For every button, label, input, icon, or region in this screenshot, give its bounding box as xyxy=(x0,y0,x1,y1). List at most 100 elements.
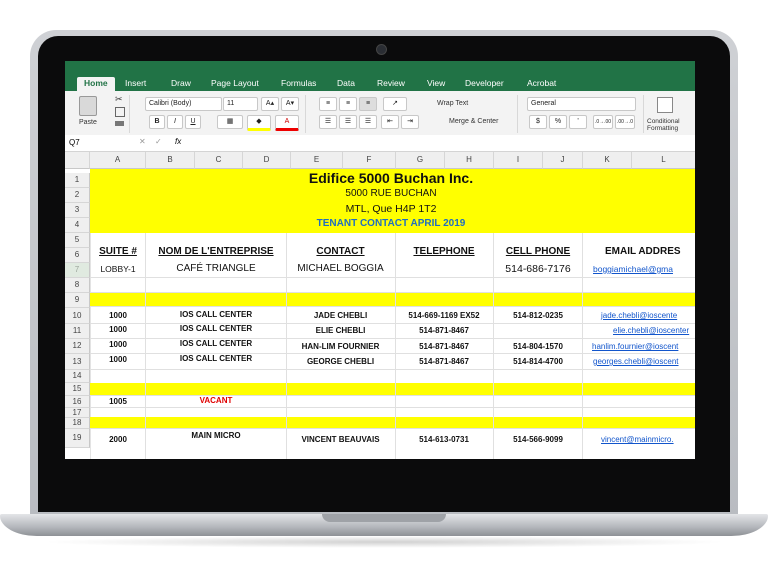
cell-email-link[interactable]: vincent@mainmicro. xyxy=(601,435,674,444)
comma-button[interactable]: ’ xyxy=(569,115,587,129)
tab-developer[interactable]: Developer xyxy=(465,78,504,88)
cell-suite[interactable]: 1005 xyxy=(91,397,145,406)
row-header[interactable]: 10 xyxy=(65,308,90,324)
row-header[interactable]: 17 xyxy=(65,408,90,418)
tab-data[interactable]: Data xyxy=(337,78,355,88)
cut-icon[interactable]: ✂ xyxy=(115,94,123,105)
tab-view[interactable]: View xyxy=(427,78,445,88)
cell-telephone[interactable]: 514-871-8467 xyxy=(396,326,492,335)
cell-telephone[interactable]: 514-613-0731 xyxy=(396,435,492,444)
cell-contact[interactable]: VINCENT BEAUVAIS xyxy=(287,435,394,444)
cell-email-link[interactable]: georges.chebli@ioscent xyxy=(593,357,679,366)
italic-button[interactable]: I xyxy=(167,115,183,129)
cancel-icon[interactable]: ✕ xyxy=(139,137,146,146)
align-right-icon[interactable]: ☰ xyxy=(359,115,377,129)
column-header[interactable]: E xyxy=(291,152,343,169)
column-header[interactable]: J xyxy=(543,152,583,169)
row-header[interactable]: 8 xyxy=(65,278,90,293)
row-header[interactable]: 5 xyxy=(65,233,90,248)
row-header[interactable]: 19 xyxy=(65,429,90,448)
cell-telephone[interactable]: 514-669-1169 EX52 xyxy=(396,311,492,320)
decrease-decimal-button[interactable]: .00→.0 xyxy=(615,115,635,129)
tab-acrobat[interactable]: Acrobat xyxy=(527,78,556,88)
row-header[interactable]: 13 xyxy=(65,354,90,370)
cell-cell-phone[interactable]: 514-814-4700 xyxy=(494,357,582,366)
column-header[interactable]: D xyxy=(243,152,291,169)
cell-contact[interactable]: HAN-LIM FOURNIER xyxy=(287,342,394,351)
row-header[interactable]: 16 xyxy=(65,396,90,408)
cell-company[interactable]: IOS CALL CENTER xyxy=(147,354,285,363)
increase-indent-icon[interactable]: ⇥ xyxy=(401,115,419,129)
column-header[interactable]: B xyxy=(146,152,195,169)
column-header[interactable]: L xyxy=(632,152,695,169)
decrease-indent-icon[interactable]: ⇤ xyxy=(381,115,399,129)
cell-contact[interactable]: JADE CHEBLI xyxy=(287,311,394,320)
column-header[interactable]: F xyxy=(343,152,396,169)
fill-color-icon[interactable]: ◆ xyxy=(247,115,271,131)
cell-company[interactable]: MAIN MICRO xyxy=(147,431,285,440)
cell-contact[interactable]: MICHAEL BOGGIA xyxy=(287,263,394,274)
cell-email-link[interactable]: boggiamichael@gma xyxy=(593,264,673,274)
number-format-select[interactable]: General xyxy=(527,97,636,111)
row-header[interactable]: 9 xyxy=(65,293,90,308)
tab-draw[interactable]: Draw xyxy=(171,78,191,88)
cell-cell-phone[interactable]: 514-566-9099 xyxy=(494,435,582,444)
cell-email-link[interactable]: hanlim.fournier@ioscent xyxy=(592,342,678,351)
row-header[interactable]: 18 xyxy=(65,418,90,429)
merge-center-button[interactable]: Merge & Center xyxy=(449,118,498,125)
cell-email-link[interactable]: jade.chebli@ioscente xyxy=(601,311,677,320)
name-box[interactable]: Q7 xyxy=(69,138,80,147)
cell-company[interactable]: IOS CALL CENTER xyxy=(147,324,285,333)
cell-company[interactable]: IOS CALL CENTER xyxy=(147,339,285,348)
align-bottom-icon[interactable]: ≡ xyxy=(359,97,377,111)
borders-icon[interactable]: ▦ xyxy=(217,115,243,129)
tab-formulas[interactable]: Formulas xyxy=(281,78,316,88)
align-center-icon[interactable]: ☰ xyxy=(339,115,357,129)
wrap-text-button[interactable]: Wrap Text xyxy=(437,100,468,107)
font-color-icon[interactable]: A xyxy=(275,115,299,131)
tab-review[interactable]: Review xyxy=(377,78,405,88)
currency-button[interactable]: $ xyxy=(529,115,547,129)
align-middle-icon[interactable]: ≡ xyxy=(339,97,357,111)
row-header[interactable]: 6 xyxy=(65,248,90,263)
cell-cell-phone[interactable]: 514-686-7176 xyxy=(494,263,582,275)
function-icon[interactable]: fx xyxy=(175,137,181,146)
cell-suite[interactable]: 1000 xyxy=(91,355,145,364)
cell-contact[interactable]: ELIE CHEBLI xyxy=(287,326,394,335)
cell-suite[interactable]: LOBBY-1 xyxy=(91,264,145,274)
row-header[interactable]: 1 xyxy=(65,173,90,188)
underline-button[interactable]: U xyxy=(185,115,201,129)
cell-company[interactable]: CAFÉ TRIANGLE xyxy=(147,263,285,274)
row-header[interactable]: 2 xyxy=(65,188,90,203)
row-header[interactable]: 4 xyxy=(65,218,90,233)
column-header[interactable]: H xyxy=(445,152,494,169)
format-painter-icon[interactable] xyxy=(115,121,124,126)
row-header[interactable]: 14 xyxy=(65,370,90,383)
align-left-icon[interactable]: ☰ xyxy=(319,115,337,129)
cell-telephone[interactable]: 514-871-8467 xyxy=(396,342,492,351)
copy-icon[interactable] xyxy=(115,107,125,117)
conditional-formatting-label[interactable]: Conditional Formatting xyxy=(647,118,693,132)
bold-button[interactable]: B xyxy=(149,115,165,129)
percent-button[interactable]: % xyxy=(549,115,567,129)
font-name-select[interactable]: Calibri (Body) xyxy=(145,97,222,111)
column-header[interactable]: I xyxy=(494,152,543,169)
increase-decimal-button[interactable]: .0→.00 xyxy=(593,115,613,129)
conditional-formatting-icon[interactable] xyxy=(657,97,673,113)
enter-icon[interactable]: ✓ xyxy=(155,137,162,146)
cell-cell-phone[interactable]: 514-804-1570 xyxy=(494,342,582,351)
formula-input[interactable] xyxy=(193,136,693,149)
cell-telephone[interactable]: 514-871-8467 xyxy=(396,357,492,366)
row-header[interactable]: 3 xyxy=(65,203,90,218)
cell-suite[interactable]: 1000 xyxy=(91,340,145,349)
paste-icon[interactable] xyxy=(79,96,97,116)
cell-contact[interactable]: GEORGE CHEBLI xyxy=(287,357,394,366)
cell-cell-phone[interactable]: 514-812-0235 xyxy=(494,311,582,320)
cell-vacant[interactable]: VACANT xyxy=(147,396,285,405)
select-all-corner[interactable] xyxy=(65,152,90,169)
font-size-select[interactable]: 11 xyxy=(223,97,258,111)
align-top-icon[interactable]: ≡ xyxy=(319,97,337,111)
tab-page-layout[interactable]: Page Layout xyxy=(211,78,259,88)
column-header[interactable]: G xyxy=(396,152,445,169)
tab-insert[interactable]: Insert xyxy=(125,78,146,88)
